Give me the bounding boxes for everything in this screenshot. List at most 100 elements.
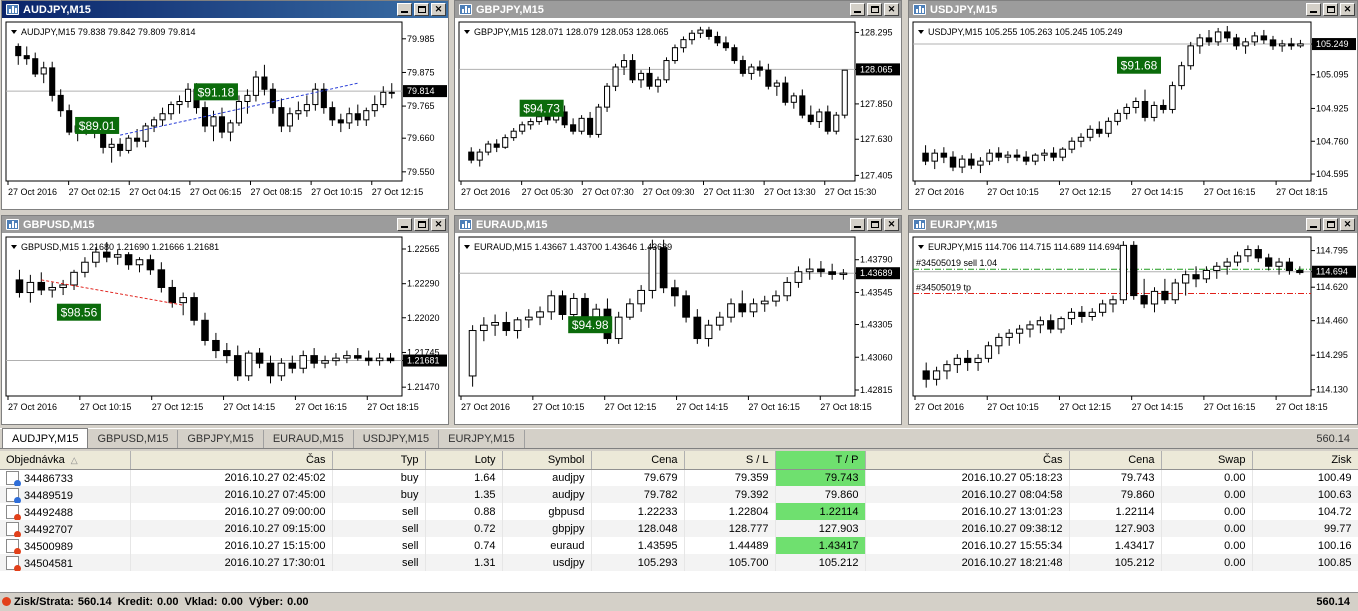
profit-label-text: $94.73	[523, 102, 560, 116]
table-row[interactable]: 34489519 2016.10.27 07:45:00 buy 1.35 audjpy…	[0, 486, 1358, 503]
chart-titlebar[interactable]: GBPUSD,M15 ✕	[2, 216, 448, 233]
col-header-profit[interactable]: Zisk	[1252, 451, 1358, 470]
price-chart[interactable]: $98.56 GBPUSD,M15 1.21680 1.21690 1.21666…	[2, 233, 448, 424]
col-header-swap[interactable]: Swap	[1161, 451, 1253, 470]
cell-close-price: 105.212	[1069, 554, 1162, 571]
price-chart[interactable]: $94.98 EURAUD,M15 1.43667 1.43700 1.43646…	[455, 233, 901, 424]
cell-order: 34489519	[0, 486, 131, 503]
close-button[interactable]: ✕	[431, 218, 446, 231]
chart-titlebar[interactable]: EURJPY,M15 ✕	[909, 216, 1357, 233]
minimize-button[interactable]	[850, 3, 865, 16]
col-header-type[interactable]: Typ	[332, 451, 426, 470]
price-chart[interactable]: $94.73 GBPJPY,M15 128.071 128.079 128.053…	[455, 18, 901, 209]
close-button[interactable]: ✕	[431, 3, 446, 16]
current-price-label: 1.21681	[407, 356, 440, 366]
x-axis-label: 27 Oct 10:15	[80, 402, 132, 412]
chart-titlebar[interactable]: AUDJPY,M15 ✕	[2, 1, 448, 18]
col-header-close-time[interactable]: Čas	[865, 451, 1070, 470]
close-button[interactable]: ✕	[1340, 3, 1355, 16]
tab-audjpy[interactable]: AUDJPY,M15	[2, 428, 89, 448]
y-axis-label: 1.42815	[860, 385, 893, 395]
chart-window-euraud[interactable]: EURAUD,M15 ✕ $94.98 EURAUD,M15 1.43667 1.43…	[454, 215, 902, 425]
chart-info-text: USDJPY,M15 105.255 105.263 105.245 105.2…	[928, 27, 1123, 37]
y-axis-label: 1.22565	[407, 244, 440, 254]
col-header-sl[interactable]: S / L	[684, 451, 776, 470]
chart-window-audjpy[interactable]: AUDJPY,M15 ✕ $89.01 $91.18 AUDJPY,M15 79.838…	[1, 0, 449, 210]
maximize-icon	[417, 6, 426, 13]
order-number: 34492488	[24, 506, 73, 519]
minimize-button[interactable]	[1306, 3, 1321, 16]
sort-ascending-icon: △	[70, 454, 78, 465]
table-row[interactable]: 34486733 2016.10.27 02:45:02 buy 1.64 audjpy…	[0, 469, 1358, 486]
cell-open-price: 79.782	[591, 486, 685, 503]
table-row[interactable]: 34492707 2016.10.27 09:15:00 sell 0.72 gbpjp…	[0, 520, 1358, 537]
chart-window-gbpusd[interactable]: GBPUSD,M15 ✕ $98.56 GBPUSD,M15 1.21680 1.21…	[1, 215, 449, 425]
table-row[interactable]: 34500989 2016.10.27 15:15:00 sell 0.74 eurau…	[0, 537, 1358, 554]
y-axis-label: 79.550	[407, 167, 435, 177]
cell-lots: 0.88	[425, 503, 503, 520]
x-axis-label: 27 Oct 07:30	[582, 187, 634, 197]
x-axis-label: 27 Oct 08:15	[251, 187, 303, 197]
minimize-button[interactable]	[1306, 218, 1321, 231]
chart-tabs: AUDJPY,M15 GBPUSD,M15 GBPJPY,M15 EURAUD,…	[0, 428, 1358, 449]
tab-gbpjpy[interactable]: GBPJPY,M15	[178, 430, 264, 448]
chart-window-usdjpy[interactable]: USDJPY,M15 ✕ $91.68 USDJPY,M15 105.255 105.…	[908, 0, 1358, 210]
x-axis-label: 27 Oct 14:15	[677, 402, 729, 412]
table-row[interactable]: 34492488 2016.10.27 09:00:00 sell 0.88 gbpus…	[0, 503, 1358, 520]
col-header-open-price[interactable]: Cena	[591, 451, 685, 470]
maximize-button[interactable]	[1323, 3, 1338, 16]
x-axis-label: 27 Oct 2016	[8, 187, 57, 197]
x-axis-label: 27 Oct 16:15	[748, 402, 800, 412]
maximize-button[interactable]	[1323, 218, 1338, 231]
current-price-label: 128.065	[860, 64, 893, 74]
order-line-label: #34505019 sell 1.04	[916, 258, 997, 268]
price-chart[interactable]: #34505019 sell 1.04 #34505019 tp EURJPY,M1…	[909, 233, 1357, 424]
chart-titlebar[interactable]: EURAUD,M15 ✕	[455, 216, 901, 233]
tab-eurjpy[interactable]: EURJPY,M15	[439, 430, 525, 448]
y-axis-label: 79.660	[407, 133, 435, 143]
minimize-button[interactable]	[397, 3, 412, 16]
close-button[interactable]: ✕	[884, 218, 899, 231]
cell-type: sell	[332, 520, 426, 537]
candle	[841, 69, 848, 119]
cell-open-time: 2016.10.27 09:00:00	[130, 503, 333, 520]
chart-window-eurjpy[interactable]: EURJPY,M15 ✕ #34505019 sell 1.04 #34505019 …	[908, 215, 1358, 425]
cell-close-price: 1.43417	[1069, 537, 1162, 554]
col-header-close-price[interactable]: Cena	[1069, 451, 1162, 470]
price-chart[interactable]: $89.01 $91.18 AUDJPY,M15 79.838 79.842 79.…	[2, 18, 448, 209]
minimize-button[interactable]	[850, 218, 865, 231]
cell-close-price: 127.903	[1069, 520, 1162, 537]
col-header-symbol[interactable]: Symbol	[502, 451, 592, 470]
tab-gbpusd[interactable]: GBPUSD,M15	[88, 430, 179, 448]
col-header-lots[interactable]: Loty	[425, 451, 503, 470]
cell-swap: 0.00	[1161, 520, 1253, 537]
y-axis-label: 79.875	[407, 67, 435, 77]
maximize-button[interactable]	[414, 3, 429, 16]
col-header-open-time[interactable]: Čas	[130, 451, 333, 470]
col-header-order[interactable]: Objednávka △	[0, 451, 131, 470]
cell-close-time: 2016.10.27 09:38:12	[865, 520, 1070, 537]
table-row[interactable]: 34504581 2016.10.27 17:30:01 sell 1.31 usdjp…	[0, 554, 1358, 571]
cell-sl: 79.359	[684, 469, 776, 486]
tab-euraud[interactable]: EURAUD,M15	[264, 430, 354, 448]
chart-window-gbpjpy[interactable]: GBPJPY,M15 ✕ $94.73 GBPJPY,M15 128.071 128.…	[454, 0, 902, 210]
cell-tp: 1.22114	[775, 503, 866, 520]
price-chart[interactable]: $91.68 USDJPY,M15 105.255 105.263 105.245…	[909, 18, 1357, 209]
maximize-button[interactable]	[867, 3, 882, 16]
profit-label: $89.01	[75, 116, 120, 134]
minimize-icon	[1310, 11, 1317, 13]
maximize-button[interactable]	[414, 218, 429, 231]
close-icon: ✕	[887, 219, 896, 229]
close-button[interactable]: ✕	[884, 3, 899, 16]
summary-withdrawal-value: 0.00	[287, 596, 309, 608]
col-header-tp[interactable]: T / P	[775, 451, 866, 470]
candle	[49, 61, 56, 102]
cell-symbol: usdjpy	[502, 554, 592, 571]
close-button[interactable]: ✕	[1340, 218, 1355, 231]
maximize-button[interactable]	[867, 218, 882, 231]
tab-usdjpy[interactable]: USDJPY,M15	[354, 430, 440, 448]
minimize-button[interactable]	[397, 218, 412, 231]
chart-titlebar[interactable]: USDJPY,M15 ✕	[909, 1, 1357, 18]
cell-close-time: 2016.10.27 15:55:34	[865, 537, 1070, 554]
chart-titlebar[interactable]: GBPJPY,M15 ✕	[455, 1, 901, 18]
